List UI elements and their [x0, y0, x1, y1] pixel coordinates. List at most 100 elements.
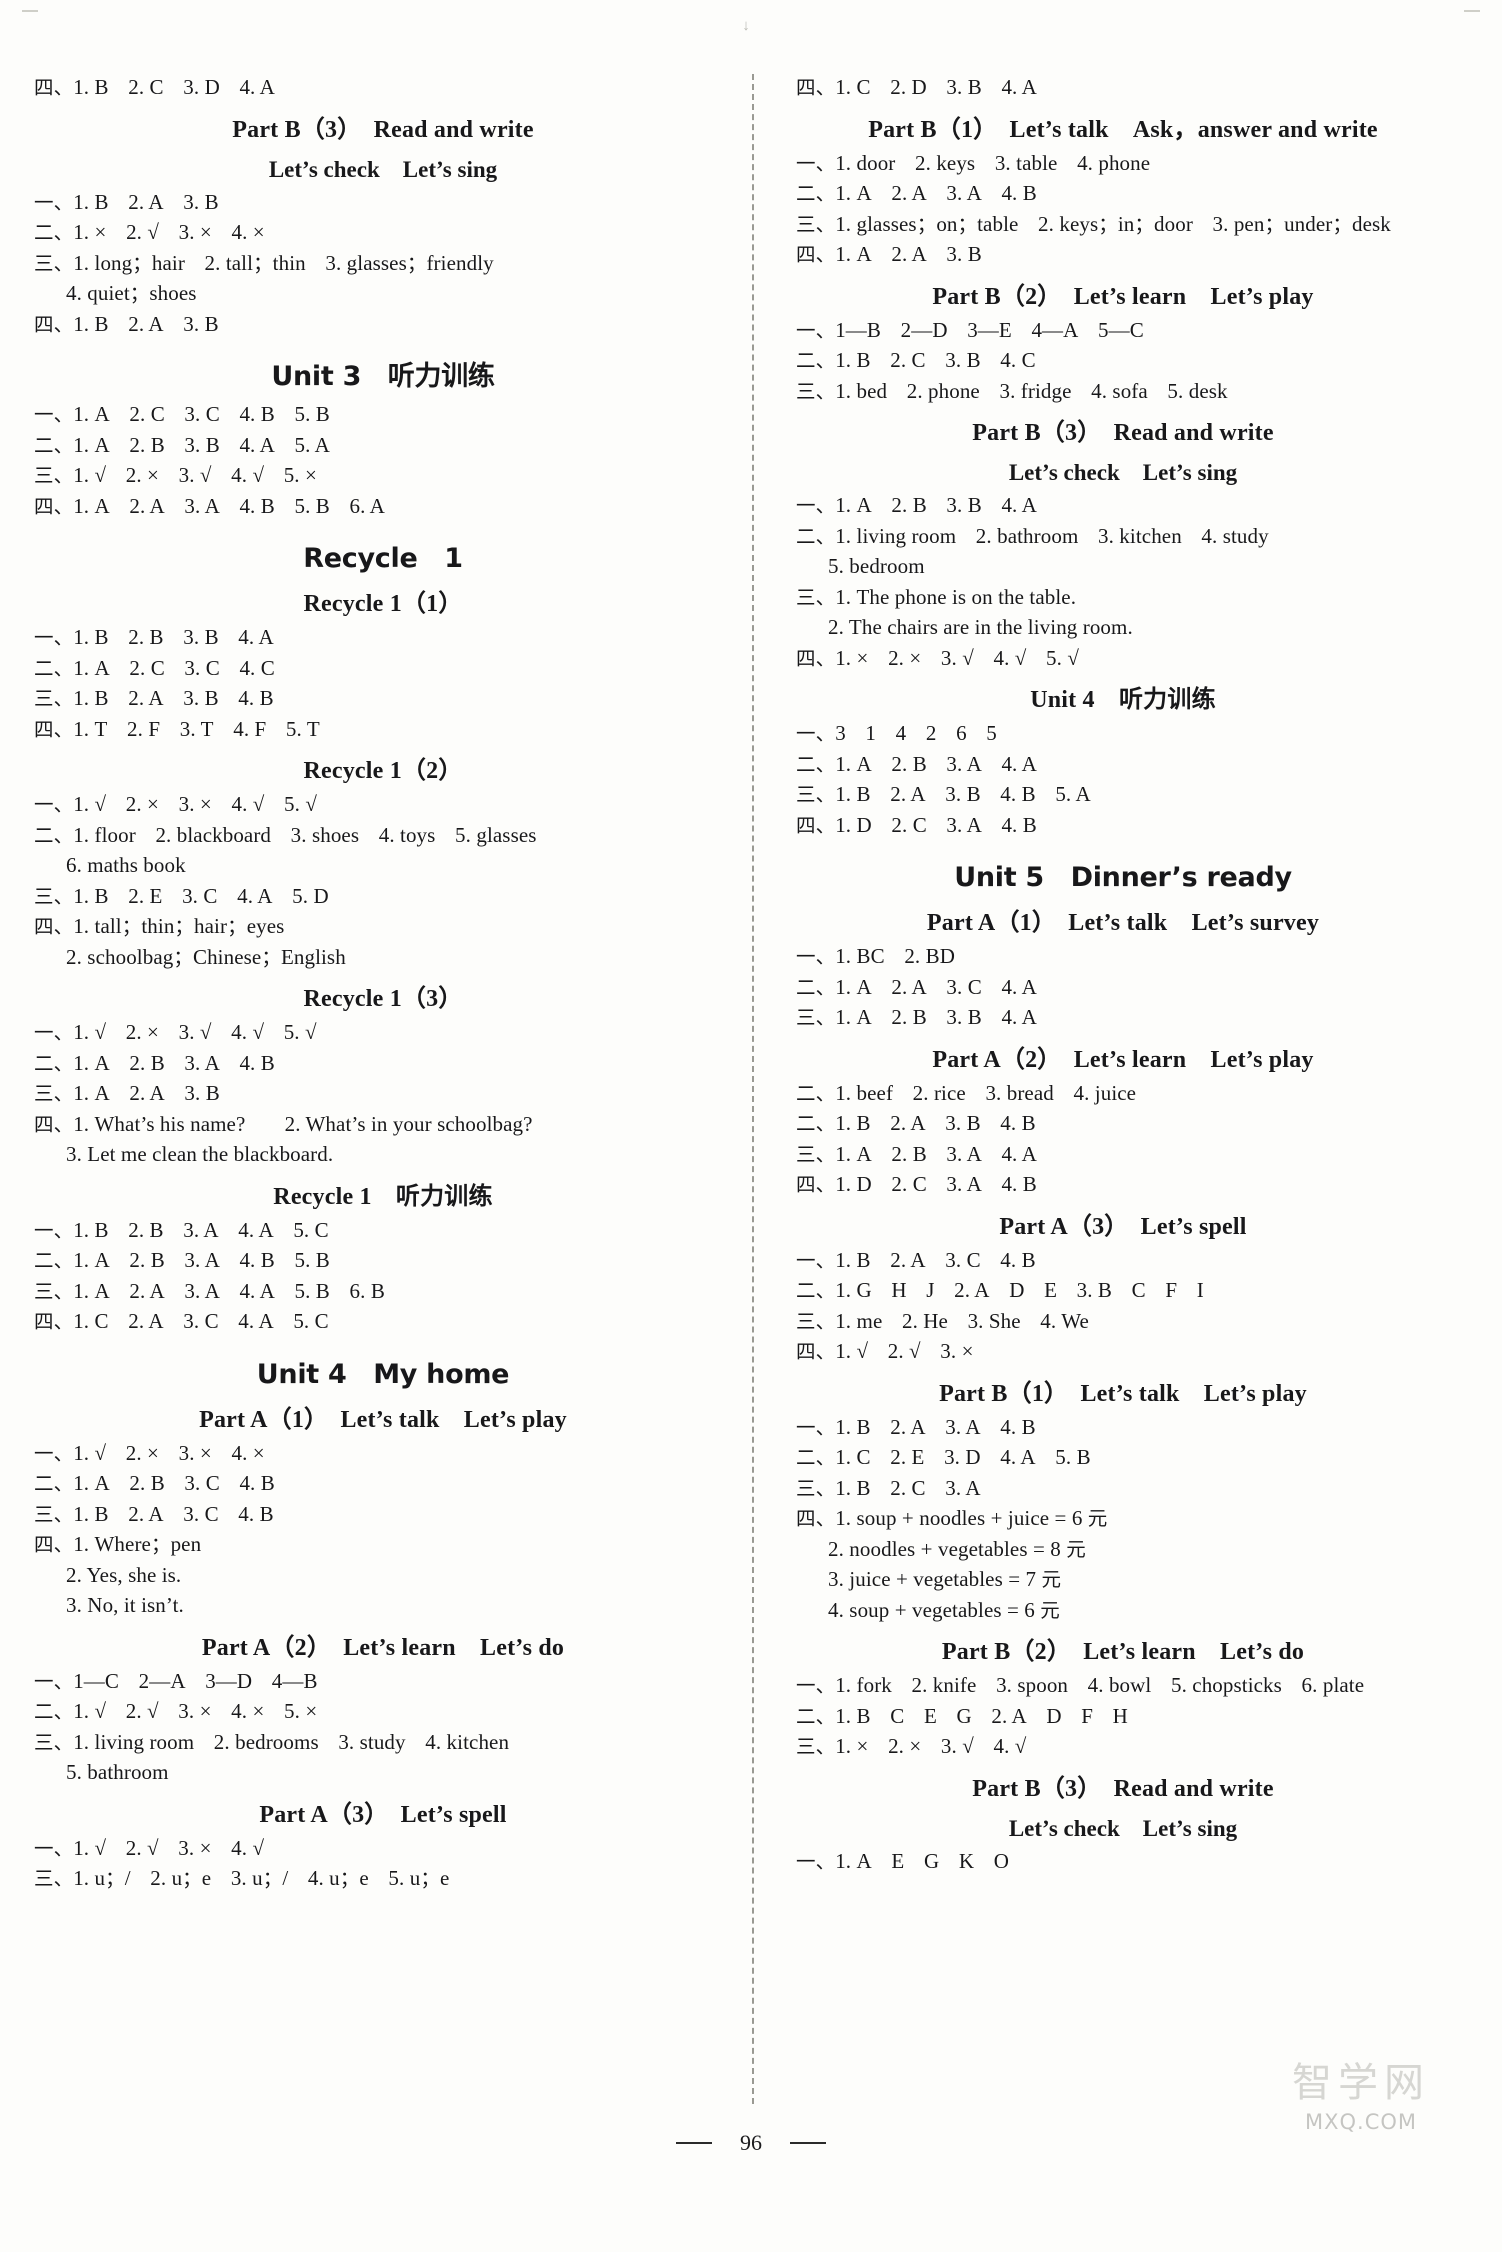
unit-heading: Unit 5 Dinner’s ready — [954, 862, 1292, 893]
section-subheading: Let’s check Let’s sing — [268, 156, 498, 182]
top-page-mark: ↓ — [742, 18, 750, 34]
answer-line: 二、1. A 2. B 3. B 4. A 5. A — [34, 432, 330, 457]
answer-line: 一、1. B 2. B 3. B 4. A — [34, 625, 274, 649]
answer-line: 二、1. A 2. B 3. C 4. B — [34, 1471, 275, 1495]
answer-line-continued: 4. quiet；shoes — [66, 281, 197, 305]
watermark: 智学网 MXQ.COM — [1266, 2063, 1456, 2134]
right-answer-column: 四、1. C 2. D 3. B 4. A Part B（1） Let’s tal… — [752, 74, 1470, 2104]
watermark-url-text: MXQ.COM — [1304, 2110, 1418, 2134]
answer-line: 一、1. √ 2. × 3. √ 4. √ 5. √ — [34, 1020, 317, 1044]
answer-line: 一、1. BC 2. BD — [796, 944, 956, 968]
answer-line: 三、1. The phone is on the table. — [796, 584, 1077, 609]
answer-line: 一、1. B 2. B 3. A 4. A 5. C — [34, 1217, 329, 1242]
answer-line: 三、1. glasses；on；table 2. keys；in；door 3.… — [796, 211, 1391, 236]
answer-line: 三、1. B 2. E 3. C 4. A 5. D — [34, 883, 329, 908]
answer-line: 三、1. u；/ 2. u；e 3. u；/ 4. u；e 5. u；e — [34, 1866, 450, 1890]
answer-line: 三、1. B 2. A 3. B 4. B 5. A — [796, 782, 1091, 806]
crop-mark-top-right — [1464, 10, 1480, 12]
section-subheading: Let’s check Let’s sing — [1008, 460, 1238, 485]
section-heading: Part B（3） Read and write — [232, 116, 534, 143]
answer-line: 四、1. tall；thin；hair；eyes — [34, 914, 285, 938]
answer-line: 四、1. C 2. D 3. B 4. A — [796, 75, 1037, 99]
answer-line: 四、1. A 2. A 3. B — [796, 242, 982, 266]
answer-line: 三、1. B 2. C 3. A — [796, 1475, 981, 1500]
answer-line: 一、1. √ 2. √ 3. × 4. √ — [34, 1835, 265, 1860]
answer-line: 二、1. floor 2. blackboard 3. shoes 4. toy… — [34, 822, 537, 847]
answer-line: 三、1. B 2. A 3. C 4. B — [34, 1501, 274, 1526]
answer-line: 四、1. B 2. A 3. B — [34, 311, 219, 336]
answer-line: 一、1—B 2—D 3—E 4—A 5—C — [796, 317, 1144, 342]
answer-line: 二、1. A 2. B 3. A 4. B 5. B — [34, 1248, 330, 1272]
answer-line: 一、1. door 2. keys 3. table 4. phone — [796, 150, 1151, 175]
two-column-body: 四、1. B 2. C 3. D 4. A Part B（3） Read and … — [34, 74, 1470, 2104]
section-heading: Part B（1） Let’s talk Ask，answer and writ… — [868, 116, 1378, 143]
answer-line: 二、1. A 2. A 3. A 4. B — [796, 181, 1037, 205]
answer-line-continued: 3. No, it isn’t. — [66, 1593, 184, 1617]
answer-line: 四、1. T 2. F 3. T 4. F 5. T — [34, 716, 320, 741]
section-heading: Recycle 1（3） — [303, 986, 463, 1012]
answer-line: 四、1. √ 2. √ 3. × — [796, 1339, 974, 1363]
answer-line: 四、1. Where；pen — [34, 1532, 202, 1556]
answer-line: 二、1. A 2. B 3. A 4. B — [34, 1050, 275, 1075]
section-heading: Part A（3） Let’s spell — [259, 1801, 507, 1828]
answer-line: 三、1. living room 2. bedrooms 3. study 4.… — [34, 1729, 510, 1754]
answer-line-continued: 2. Yes, she is. — [66, 1562, 182, 1587]
answer-line: 二、1. G H J 2. A D E 3. B C F I — [796, 1278, 1204, 1302]
answer-line: 二、1. B 2. A 3. B 4. B — [796, 1111, 1036, 1135]
answer-line: 一、1. A E G K O — [796, 1848, 1009, 1873]
answer-line: 二、1. A 2. C 3. C 4. C — [34, 655, 275, 680]
answer-line: 三、1. A 2. A 3. A 4. A 5. B 6. B — [34, 1278, 385, 1303]
answer-line: 四、1. × 2. × 3. √ 4. √ 5. √ — [796, 645, 1079, 670]
answer-line-continued: 2. schoolbag；Chinese；English — [66, 944, 346, 969]
answer-line: 二、1. √ 2. √ 3. × 4. × 5. × — [34, 1699, 318, 1723]
answer-line: 三、1. B 2. A 3. B 4. B — [34, 686, 274, 710]
answer-line: 一、3 1 4 2 6 5 — [796, 721, 997, 745]
answer-line-continued: 6. maths book — [66, 853, 186, 877]
answer-line: 四、1. What’s his name? 2. What’s in your … — [34, 1111, 533, 1136]
answer-line: 四、1. D 2. C 3. A 4. B — [796, 812, 1037, 837]
answer-key-page: ↓ 四、1. B 2. C 3. D 4. A Part B（3） Read an… — [0, 0, 1502, 2252]
answer-line: 一、1. fork 2. knife 3. spoon 4. bowl 5. c… — [796, 1673, 1365, 1697]
section-heading: Recycle 1（1） — [303, 591, 463, 617]
answer-line-continued: 5. bedroom — [828, 554, 925, 578]
section-heading: Part B（2） Let’s learn Let’s do — [941, 1639, 1305, 1665]
answer-line: 二、1. × 2. √ 3. × 4. × — [34, 220, 265, 244]
answer-line: 二、1. beef 2. rice 3. bread 4. juice — [796, 1080, 1137, 1105]
unit-heading: Recycle 1 — [303, 543, 463, 574]
answer-line: 一、1. √ 2. × 3. × 4. √ 5. √ — [34, 792, 317, 816]
answer-line: 二、1. B 2. C 3. B 4. C — [796, 348, 1036, 372]
answer-line: 一、1. A 2. B 3. B 4. A — [796, 493, 1037, 517]
answer-line: 三、1. me 2. He 3. She 4. We — [796, 1308, 1089, 1333]
section-heading: Part A（1） Let’s talk Let’s survey — [926, 910, 1320, 936]
section-heading: Part A（2） Let’s learn Let’s do — [201, 1634, 565, 1661]
section-heading: Recycle 1 听力训练 — [273, 1183, 493, 1210]
watermark-logo-text: 智学网 — [1292, 2060, 1430, 2106]
answer-line: 一、1. A 2. C 3. C 4. B 5. B — [34, 402, 330, 426]
answer-line: 四、1. D 2. C 3. A 4. B — [796, 1172, 1037, 1196]
answer-line: 二、1. C 2. E 3. D 4. A 5. B — [796, 1445, 1091, 1469]
answer-line: 四、1. A 2. A 3. A 4. B 5. B 6. A — [34, 493, 385, 518]
section-heading: Part A（2） Let’s learn Let’s play — [932, 1046, 1314, 1073]
section-heading: Part A（3） Let’s spell — [999, 1213, 1247, 1240]
answer-line: 三、1. bed 2. phone 3. fridge 4. sofa 5. d… — [796, 378, 1228, 403]
answer-line: 一、1. B 2. A 3. C 4. B — [796, 1247, 1036, 1272]
unit-heading: Unit 3 听力训练 — [271, 361, 495, 392]
answer-line: 四、1. B 2. C 3. D 4. A — [34, 75, 275, 99]
answer-line: 一、1—C 2—A 3—D 4—B — [34, 1668, 318, 1693]
answer-line: 三、1. √ 2. × 3. √ 4. √ 5. × — [34, 463, 317, 487]
crop-mark-top-left — [22, 10, 38, 12]
section-heading: Unit 4 听力训练 — [1030, 687, 1216, 713]
answer-line: 三、1. A 2. B 3. B 4. A — [796, 1005, 1037, 1029]
section-subheading: Let’s check Let’s sing — [1008, 1815, 1238, 1841]
answer-line: 二、1. A 2. A 3. C 4. A — [796, 974, 1037, 999]
answer-line-continued: 3. juice + vegetables = 7 元 — [828, 1567, 1062, 1591]
answer-line: 三、1. long；hair 2. tall；thin 3. glasses；f… — [34, 250, 494, 275]
answer-line-continued: 3. Let me clean the blackboard. — [66, 1142, 334, 1166]
section-heading: Part B（3） Read and write — [972, 420, 1274, 446]
answer-line: 四、1. C 2. A 3. C 4. A 5. C — [34, 1309, 329, 1333]
answer-line-continued: 5. bathroom — [66, 1760, 169, 1784]
section-heading: Part B（3） Read and write — [972, 1775, 1274, 1802]
answer-line: 二、1. B C E G 2. A D F H — [796, 1703, 1128, 1728]
unit-heading: Unit 4 My home — [256, 1358, 510, 1390]
answer-line-continued: 2. The chairs are in the living room. — [828, 615, 1133, 639]
